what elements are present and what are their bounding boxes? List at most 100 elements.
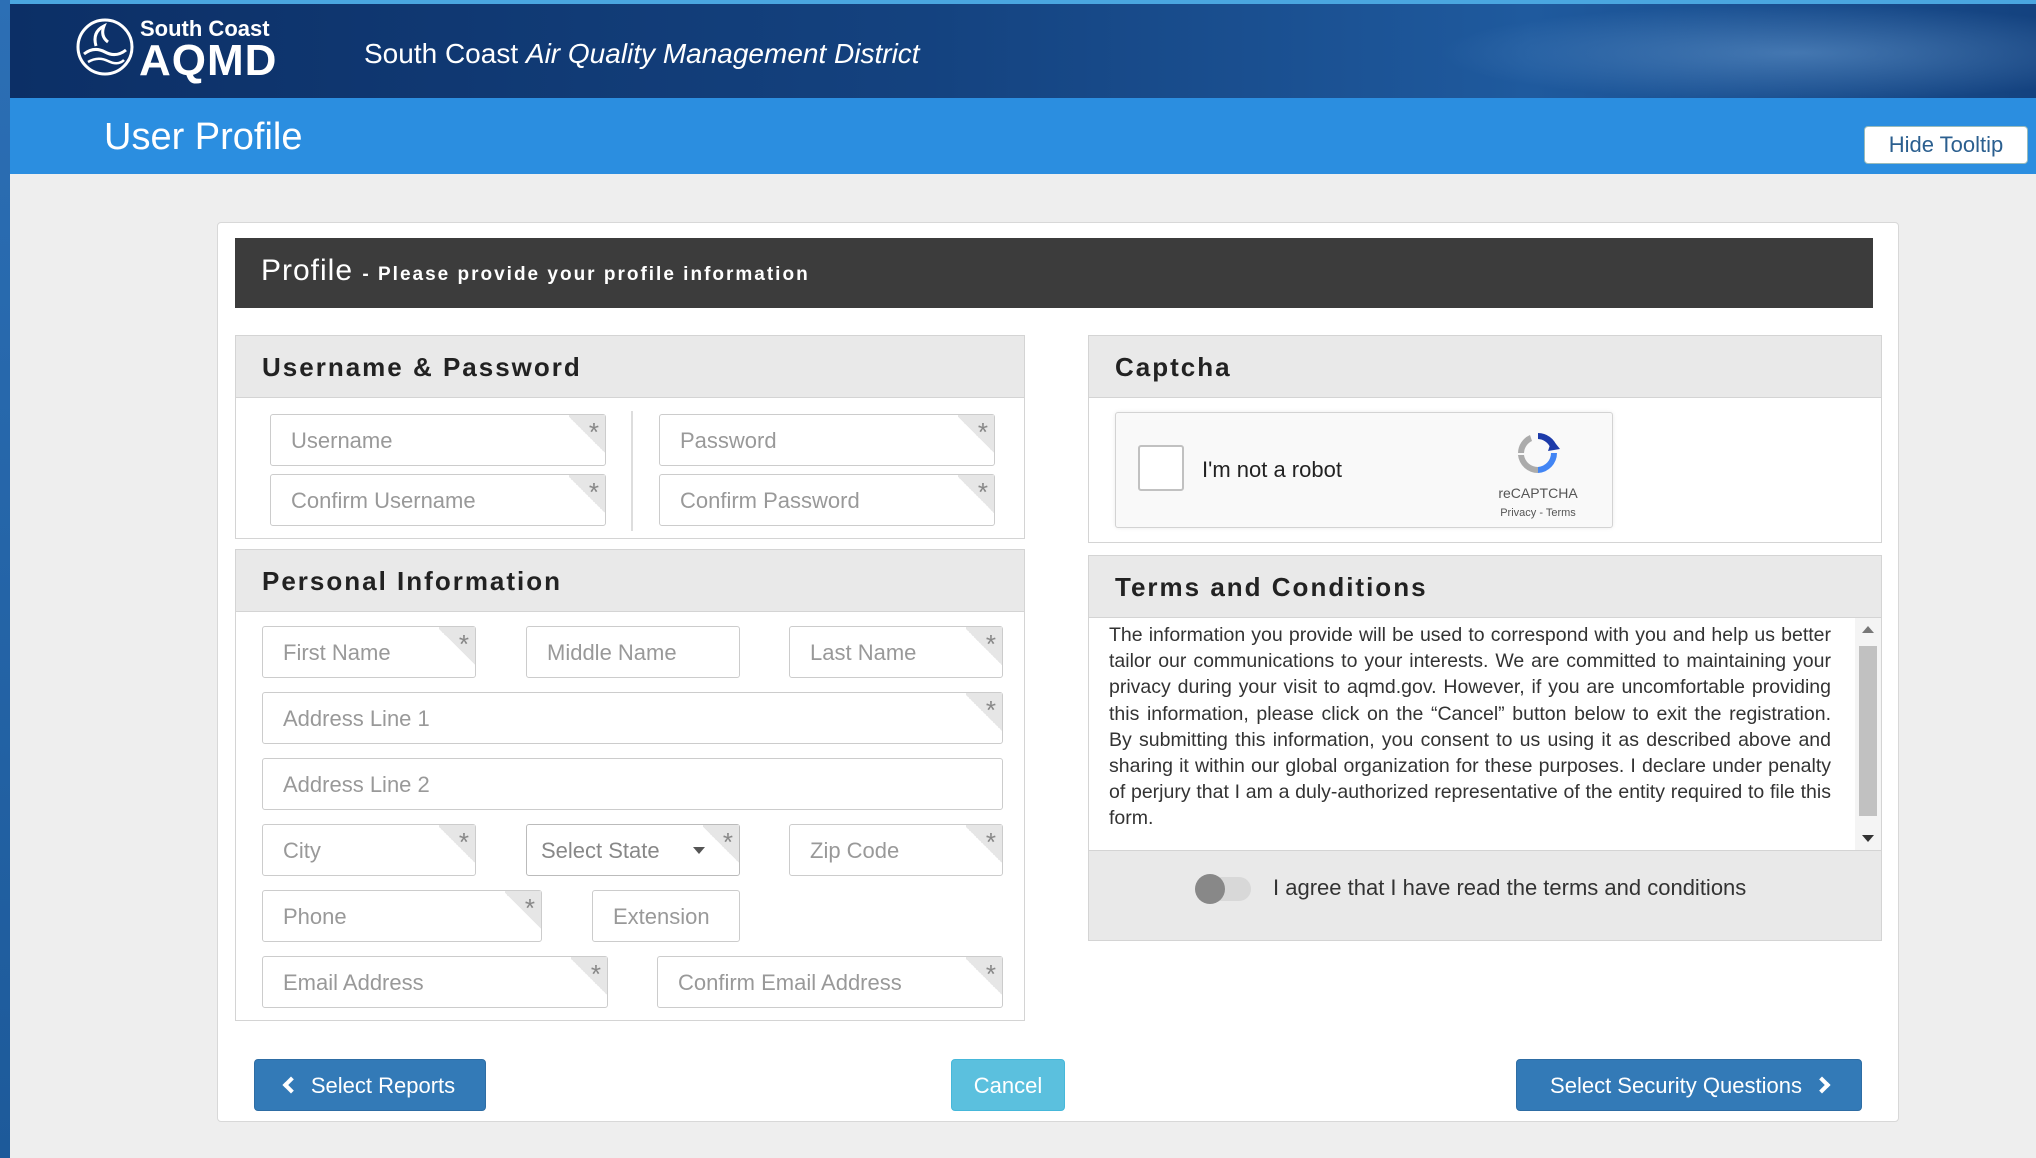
- required-star-icon: *: [722, 827, 733, 857]
- panel-heading: Username & Password: [236, 336, 1024, 398]
- extension-placeholder: Extension: [613, 904, 710, 929]
- panel-heading: Terms and Conditions: [1089, 556, 1881, 618]
- email-input[interactable]: Email Address *: [262, 956, 608, 1008]
- required-corner: [571, 957, 607, 997]
- zip-code-placeholder: Zip Code: [810, 838, 900, 863]
- title-bar: User Profile Hide Tooltip: [10, 98, 2036, 174]
- city-input[interactable]: City *: [262, 824, 476, 876]
- header-sheen: [1436, 4, 2036, 98]
- recaptcha-label: I'm not a robot: [1202, 457, 1342, 482]
- recaptcha-links[interactable]: Privacy - Terms: [1492, 507, 1584, 519]
- personal-information-heading: Personal Information: [262, 566, 563, 596]
- cancel-button[interactable]: Cancel: [951, 1059, 1065, 1111]
- scroll-down-icon[interactable]: [1862, 835, 1874, 842]
- aqmd-logo-icon: [76, 18, 134, 76]
- username-password-heading: Username & Password: [262, 352, 582, 382]
- address-line-1-placeholder: Address Line 1: [283, 706, 430, 731]
- terms-panel: Terms and Conditions The information you…: [1088, 555, 1882, 941]
- required-star-icon: *: [588, 417, 599, 447]
- confirm-username-input[interactable]: Confirm Username *: [270, 474, 606, 526]
- extension-input[interactable]: Extension: [592, 890, 740, 942]
- profile-title-text: Profile: [261, 254, 354, 287]
- chevron-right-icon: [1813, 1076, 1831, 1094]
- logo-text-big: AQMD: [139, 36, 278, 85]
- username-placeholder: Username: [291, 428, 393, 453]
- required-star-icon: *: [977, 477, 988, 507]
- required-corner: [505, 891, 541, 931]
- address-line-2-placeholder: Address Line 2: [283, 772, 430, 797]
- password-input[interactable]: Password *: [659, 414, 995, 466]
- toggle-knob: [1195, 874, 1225, 904]
- required-corner: [958, 475, 994, 515]
- scroll-up-icon[interactable]: [1862, 626, 1874, 633]
- first-name-input[interactable]: First Name *: [262, 626, 476, 678]
- zip-code-input[interactable]: Zip Code *: [789, 824, 1003, 876]
- profile-card: Profile - Please provide your profile in…: [217, 222, 1899, 1122]
- last-name-placeholder: Last Name: [810, 640, 917, 665]
- terms-text: The information you provide will be used…: [1109, 624, 1831, 830]
- confirm-email-input[interactable]: Confirm Email Address *: [657, 956, 1003, 1008]
- required-star-icon: *: [985, 629, 996, 659]
- district-name-italic: Air Quality Management District: [525, 38, 920, 69]
- password-placeholder: Password: [680, 428, 777, 453]
- required-star-icon: *: [588, 477, 599, 507]
- required-corner: [439, 825, 475, 865]
- state-select-value: Select State: [541, 838, 660, 863]
- site-header: South Coast AQMD South Coast Air Quality…: [10, 0, 2036, 98]
- city-placeholder: City: [283, 838, 321, 863]
- terms-agree-row: I agree that I have read the terms and c…: [1089, 850, 1881, 940]
- panel-heading: Captcha: [1089, 336, 1881, 398]
- captcha-panel: Captcha I'm not a robot reCAPTCHA Privac…: [1088, 335, 1882, 543]
- middle-name-input[interactable]: Middle Name: [526, 626, 740, 678]
- required-corner: [703, 825, 739, 865]
- username-input[interactable]: Username *: [270, 414, 606, 466]
- select-reports-label: Select Reports: [310, 1073, 456, 1098]
- captcha-heading: Captcha: [1115, 352, 1232, 382]
- required-star-icon: *: [458, 827, 469, 857]
- first-name-placeholder: First Name: [283, 640, 391, 665]
- last-name-input[interactable]: Last Name *: [789, 626, 1003, 678]
- page-title: User Profile: [104, 116, 303, 158]
- hide-tooltip-button[interactable]: Hide Tooltip: [1864, 126, 2028, 164]
- agree-label: I agree that I have read the terms and c…: [1273, 875, 1747, 900]
- required-star-icon: *: [985, 695, 996, 725]
- required-corner: [439, 627, 475, 667]
- district-name-plain: South Coast: [364, 38, 519, 69]
- profile-title: Profile - Please provide your profile in…: [261, 254, 810, 288]
- district-name: South Coast Air Quality Management Distr…: [364, 38, 920, 70]
- email-placeholder: Email Address: [283, 970, 424, 995]
- window-edge: [0, 0, 10, 1158]
- personal-information-panel: Personal Information First Name * Middle…: [235, 549, 1025, 1021]
- agree-toggle[interactable]: [1195, 874, 1251, 904]
- required-star-icon: *: [590, 959, 601, 989]
- required-star-icon: *: [524, 893, 535, 923]
- required-corner: [569, 415, 605, 455]
- required-star-icon: *: [985, 827, 996, 857]
- phone-placeholder: Phone: [283, 904, 347, 929]
- required-corner: [966, 825, 1002, 865]
- required-corner: [958, 415, 994, 455]
- select-security-questions-button[interactable]: Select Security Questions: [1516, 1059, 1862, 1111]
- middle-name-placeholder: Middle Name: [547, 640, 677, 665]
- scroll-thumb[interactable]: [1859, 646, 1877, 816]
- confirm-username-placeholder: Confirm Username: [291, 488, 476, 513]
- page: South Coast AQMD South Coast Air Quality…: [10, 0, 2036, 1158]
- confirm-password-input[interactable]: Confirm Password *: [659, 474, 995, 526]
- required-star-icon: *: [977, 417, 988, 447]
- phone-input[interactable]: Phone *: [262, 890, 542, 942]
- address-line-2-input[interactable]: Address Line 2: [262, 758, 1003, 810]
- username-password-panel: Username & Password Username * Confirm U…: [235, 335, 1025, 539]
- select-security-label: Select Security Questions: [1550, 1073, 1802, 1098]
- select-reports-button[interactable]: Select Reports: [254, 1059, 486, 1111]
- recaptcha-widget: I'm not a robot reCAPTCHA Privacy - Term…: [1115, 412, 1613, 528]
- required-corner: [569, 475, 605, 515]
- recaptcha-checkbox[interactable]: [1138, 445, 1184, 491]
- chevron-left-icon: [282, 1076, 300, 1094]
- confirm-password-placeholder: Confirm Password: [680, 488, 860, 513]
- required-corner: [966, 627, 1002, 667]
- terms-scrollbar[interactable]: [1855, 618, 1881, 850]
- column-divider: [631, 411, 633, 531]
- address-line-1-input[interactable]: Address Line 1 *: [262, 692, 1003, 744]
- state-select[interactable]: Select State *: [526, 824, 740, 876]
- required-star-icon: *: [458, 629, 469, 659]
